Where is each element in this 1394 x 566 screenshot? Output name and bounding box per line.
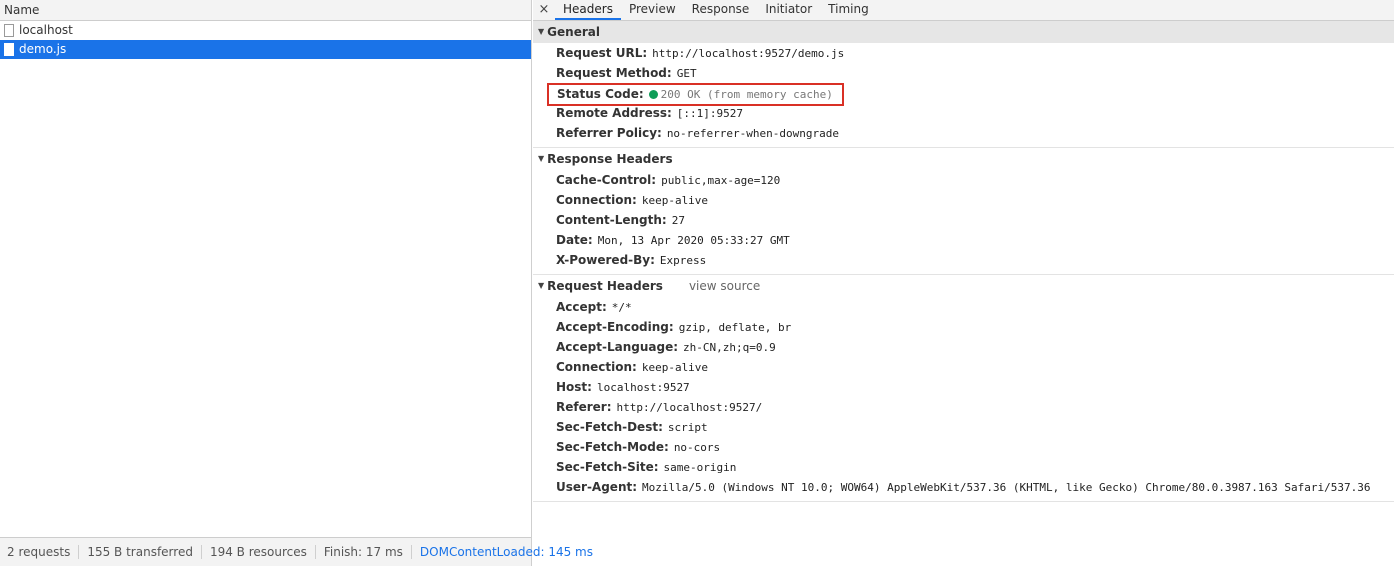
request-name: localhost [19,23,73,37]
request-list-pane: Name localhost demo.js 2 requests 155 B … [0,0,593,566]
header-row: Sec-Fetch-Dest: script [533,417,1394,437]
header-row: Accept-Encoding: gzip, deflate, br [533,317,1394,337]
header-key: Sec-Fetch-Dest: [556,420,663,434]
section-title: General [547,25,600,39]
header-row: Remote Address: [::1]:9527 [533,103,1394,123]
header-key: User-Agent: [556,480,638,494]
header-key: Request URL: [556,46,648,60]
header-value: 200 OK (from memory cache) [660,88,833,101]
header-row: Content-Length: 27 [533,210,1394,230]
header-value: http://localhost:9527/demo.js [652,47,845,60]
header-key: Host: [556,380,592,394]
header-row: Cache-Control: public,max-age=120 [533,170,1394,190]
header-row-status-code: Status Code: 200 OK (from memory cache) [533,83,1394,106]
header-key: Date: [556,233,593,247]
details-tab-bar: × Headers Preview Response Initiator Tim… [533,0,1394,21]
header-row: Referrer Policy: no-referrer-when-downgra… [533,123,1394,143]
header-value: localhost:9527 [596,381,690,394]
tab-timing[interactable]: Timing [820,0,877,20]
header-value: zh-CN,zh;q=0.9 [683,341,776,354]
document-icon [4,24,14,37]
response-headers-section: ▼ Response Headers Cache-Control: public,… [533,148,1394,275]
header-key: Content-Length: [556,213,667,227]
view-source-link[interactable]: view source [689,275,760,297]
close-icon[interactable]: × [533,0,555,20]
requests-count: 2 requests [7,545,80,559]
transferred-size: 155 B transferred [87,545,202,559]
header-key: Sec-Fetch-Mode: [556,440,669,454]
name-column-header[interactable]: Name [0,0,531,21]
header-key: Connection: [556,360,637,374]
header-key: Accept-Encoding: [556,320,674,334]
resources-size: 194 B resources [210,545,316,559]
finish-time: Finish: 17 ms [324,545,412,559]
header-value: no-referrer-when-downgrade [666,127,839,140]
header-value: keep-alive [641,361,709,374]
triangle-down-icon: ▼ [538,27,545,36]
header-row: X-Powered-By: Express [533,250,1394,270]
header-row: Host: localhost:9527 [533,377,1394,397]
header-key: Referer: [556,400,612,414]
request-headers-section: ▼ Request Headers view source Accept: */*… [533,275,1394,502]
header-value: [::1]:9527 [676,107,744,120]
header-key: Accept: [556,300,607,314]
document-icon [4,43,14,56]
header-row: Request Method: GET [533,63,1394,83]
header-key: Accept-Language: [556,340,679,354]
header-value: http://localhost:9527/ [616,401,763,414]
header-key: Referrer Policy: [556,126,662,140]
header-value: keep-alive [641,194,709,207]
header-row: Sec-Fetch-Site: same-origin [533,457,1394,477]
header-key: Connection: [556,193,637,207]
header-value: 27 [671,214,685,227]
header-row: Connection: keep-alive [533,357,1394,377]
response-headers-section-header[interactable]: ▼ Response Headers [533,148,1394,170]
triangle-down-icon: ▼ [538,154,545,163]
header-value: same-origin [663,461,737,474]
tab-response[interactable]: Response [684,0,758,20]
header-row: Date: Mon, 13 Apr 2020 05:33:27 GMT [533,230,1394,250]
header-value: */* [611,301,632,314]
tab-preview[interactable]: Preview [621,0,684,20]
header-value: gzip, deflate, br [678,321,792,334]
header-value: no-cors [673,441,721,454]
header-value: public,max-age=120 [661,174,781,187]
header-row: Referer: http://localhost:9527/ [533,397,1394,417]
section-title: Response Headers [547,152,673,166]
tab-initiator[interactable]: Initiator [757,0,820,20]
request-headers-section-header[interactable]: ▼ Request Headers view source [533,275,1394,297]
request-name: demo.js [19,42,67,56]
header-value: GET [676,67,697,80]
header-key: X-Powered-By: [556,253,655,267]
header-row: Sec-Fetch-Mode: no-cors [533,437,1394,457]
header-value: Mon, 13 Apr 2020 05:33:27 GMT [597,234,790,247]
header-value: Express [659,254,707,267]
general-section-header[interactable]: ▼ General [533,21,1394,43]
tab-headers[interactable]: Headers [555,0,621,20]
header-row: Accept-Language: zh-CN,zh;q=0.9 [533,337,1394,357]
general-section: ▼ General Request URL: http://localhost:9… [533,21,1394,148]
header-value: Mozilla/5.0 (Windows NT 10.0; WOW64) App… [642,481,1371,494]
header-row: Accept: */* [533,297,1394,317]
request-row-demo-js[interactable]: demo.js [0,40,531,59]
triangle-down-icon: ▼ [538,281,545,290]
request-row-localhost[interactable]: localhost [0,21,531,40]
header-value: script [667,421,708,434]
header-key: Sec-Fetch-Site: [556,460,659,474]
header-key: Cache-Control: [556,173,657,187]
status-ok-dot-icon [648,90,658,99]
header-key: Remote Address: [556,106,672,120]
header-row: Connection: keep-alive [533,190,1394,210]
header-key: Status Code: [557,87,644,101]
header-row: User-Agent: Mozilla/5.0 (Windows NT 10.0;… [533,477,1394,497]
request-details-pane: × Headers Preview Response Initiator Tim… [533,0,1394,566]
header-row: Request URL: http://localhost:9527/demo.j… [533,43,1394,63]
section-title: Request Headers [547,279,663,293]
network-summary-bar: 2 requests 155 B transferred 194 B resou… [0,537,593,566]
header-key: Request Method: [556,66,672,80]
